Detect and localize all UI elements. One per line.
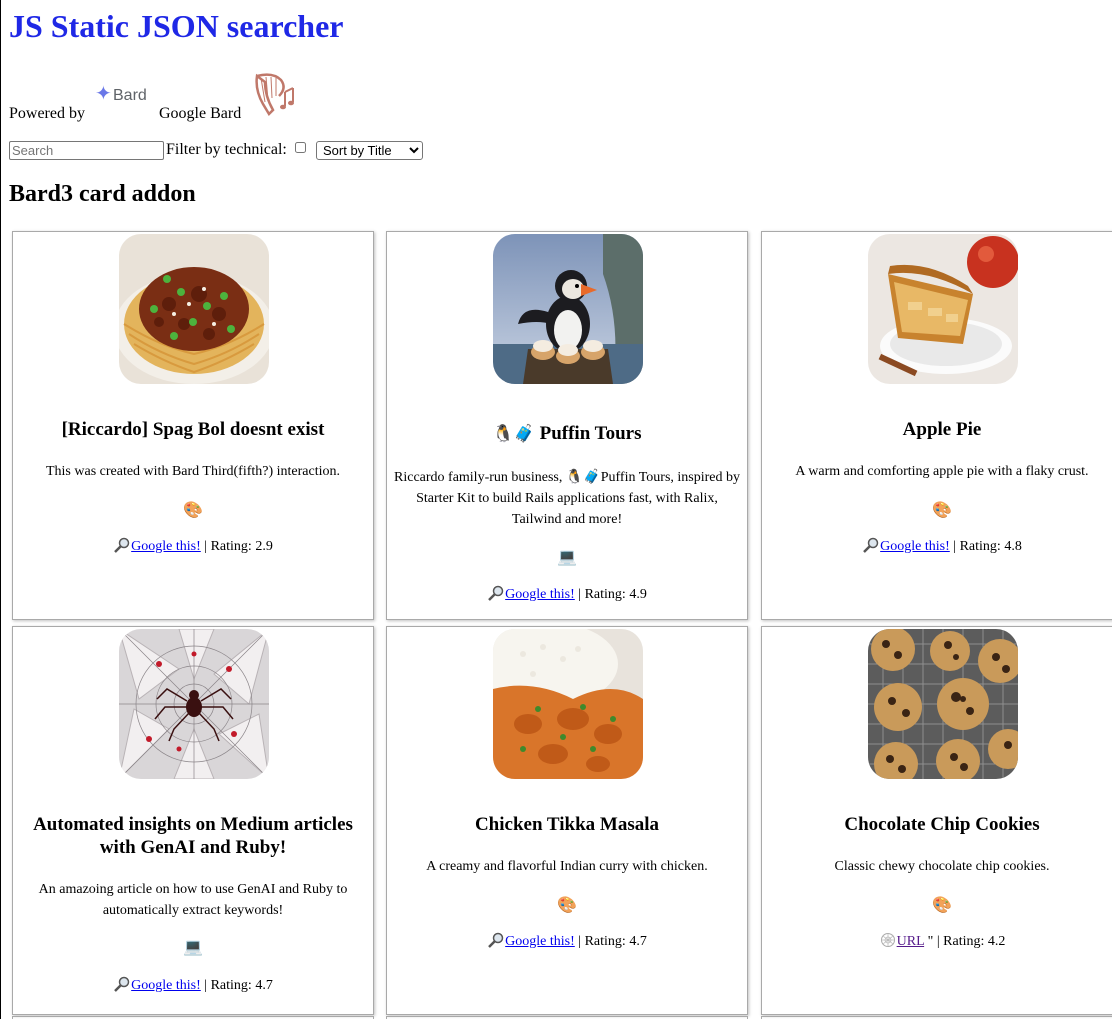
card-image-puffin xyxy=(493,234,643,384)
card-title: 🐧🧳 Puffin Tours xyxy=(492,423,642,444)
magnifier-icon xyxy=(863,537,879,553)
card-title: Chocolate Chip Cookies xyxy=(844,814,1040,835)
google-link[interactable]: Google this! xyxy=(505,934,575,949)
puffin-luggage-icon: 🐧🧳 xyxy=(492,424,535,443)
url-link[interactable]: URL xyxy=(897,934,924,949)
card-image-apple-pie xyxy=(868,234,1018,384)
card-footer: Google this! | Rating: 4.7 xyxy=(387,932,747,951)
card: Chicken Tikka Masala A creamy and flavor… xyxy=(386,626,748,1015)
rating: Rating: 4.7 xyxy=(210,978,273,993)
magnifier-icon xyxy=(114,537,130,553)
rating: Rating: 2.9 xyxy=(210,539,273,554)
section-title: Bard3 card addon xyxy=(9,181,196,207)
card: [Riccardo] Spag Bol doesnt exist This wa… xyxy=(12,231,374,620)
magnifier-icon xyxy=(488,932,504,948)
card-description: A creamy and flavorful Indian curry with… xyxy=(426,859,708,874)
card-title: Chicken Tikka Masala xyxy=(474,814,660,835)
card-image-tikka-masala xyxy=(493,629,643,779)
sparkle-icon: ✦ xyxy=(95,83,112,105)
card-description: Riccardo family-run business, 🐧🧳Puffin T… xyxy=(394,470,740,527)
laptop-icon: 💻 xyxy=(557,549,577,566)
rating: Rating: 4.8 xyxy=(959,539,1022,554)
palette-icon: 🎨 xyxy=(557,897,577,914)
card-title: Apple Pie xyxy=(902,419,982,440)
card: Apple Pie A warm and comforting apple pi… xyxy=(761,231,1112,620)
card-footer: Google this! | Rating: 2.9 xyxy=(13,537,373,556)
magnifier-icon xyxy=(488,585,504,601)
filter-label: Filter by technical: xyxy=(166,141,287,158)
bard-logo: ✦ Bard xyxy=(95,83,147,105)
card-image-spaghetti xyxy=(119,234,269,384)
card-title: Automated insights on Medium articles wi… xyxy=(33,814,353,858)
card: 🐧🧳 Puffin Tours Riccardo family-run busi… xyxy=(386,231,748,620)
search-controls: Filter by technical: Sort by Title xyxy=(9,139,509,163)
rating: Rating: 4.7 xyxy=(584,934,647,949)
palette-icon: 🎨 xyxy=(183,502,203,519)
harp-icon xyxy=(255,73,294,117)
card-description: Classic chewy chocolate chip cookies. xyxy=(834,859,1050,874)
card-description: An amazoing article on how to use GenAI … xyxy=(38,882,348,918)
magnifier-icon xyxy=(114,976,130,992)
sort-select[interactable]: Sort by Title xyxy=(316,141,423,160)
rating: Rating: 4.9 xyxy=(584,587,647,602)
powered-by: Powered by ✦ Bard Google Bard xyxy=(9,70,409,122)
technical-filter-checkbox[interactable] xyxy=(295,142,306,153)
google-link[interactable]: Google this! xyxy=(131,539,201,554)
palette-icon: 🎨 xyxy=(932,502,952,519)
card: Automated insights on Medium articles wi… xyxy=(12,626,374,1015)
card-footer: Google this! | Rating: 4.8 xyxy=(762,537,1112,556)
google-link[interactable]: Google this! xyxy=(505,587,575,602)
google-bard-label: Google Bard xyxy=(159,105,242,122)
card: Chocolate Chip Cookies Classic chewy cho… xyxy=(761,626,1112,1015)
page-title: JS Static JSON searcher xyxy=(9,8,344,44)
powered-by-label: Powered by xyxy=(9,105,85,122)
card-title: [Riccardo] Spag Bol doesnt exist xyxy=(61,419,325,440)
card-description: A warm and comforting apple pie with a f… xyxy=(795,464,1089,479)
card-image-spider xyxy=(119,629,269,779)
google-link[interactable]: Google this! xyxy=(880,539,950,554)
card-description: This was created with Bard Third(fifth?)… xyxy=(45,464,341,479)
web-icon xyxy=(880,933,895,947)
palette-icon: 🎨 xyxy=(932,897,952,914)
search-input[interactable] xyxy=(9,141,164,160)
card-footer: Google this! | Rating: 4.9 xyxy=(387,585,747,604)
laptop-icon: 💻 xyxy=(183,939,203,956)
card-image-cookies xyxy=(868,629,1018,779)
card-footer: Google this! | Rating: 4.7 xyxy=(13,976,373,995)
card-footer: URL " | Rating: 4.2 xyxy=(762,932,1112,951)
rating: Rating: 4.2 xyxy=(943,934,1006,949)
google-link[interactable]: Google this! xyxy=(131,978,201,993)
